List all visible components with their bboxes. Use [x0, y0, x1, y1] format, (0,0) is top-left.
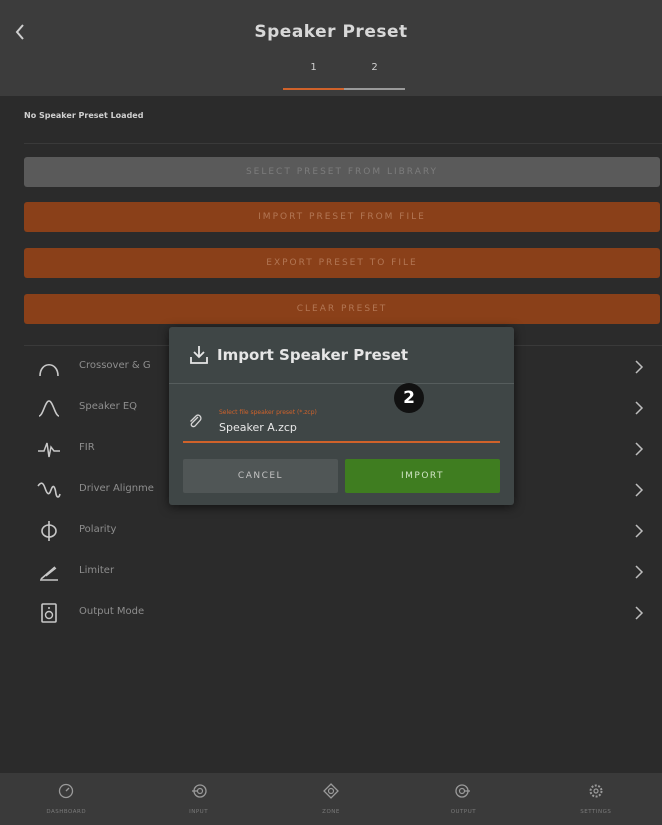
settings-icon [589, 784, 603, 798]
file-field-label: Select file speaker preset (*.zcp) [219, 409, 317, 416]
fir-icon [36, 437, 62, 461]
menu-item-label: Limiter [79, 565, 115, 576]
nav-output[interactable]: OUTPUT [397, 773, 529, 825]
file-field[interactable]: Speaker A.zcp [219, 421, 297, 434]
menu-item-label: Driver Alignme [79, 483, 154, 494]
import-dialog: Import Speaker Preset Select file speake… [169, 327, 514, 505]
menu-item-label: Output Mode [79, 606, 145, 617]
chevron-right-icon [635, 565, 644, 579]
menu-item-polarity[interactable]: Polarity [0, 511, 662, 551]
divider [24, 143, 662, 144]
download-icon [190, 346, 208, 364]
preset-status: No Speaker Preset Loaded [24, 111, 144, 120]
eq-icon [36, 396, 62, 420]
nav-dashboard[interactable]: DASHBOARD [0, 773, 132, 825]
polarity-icon [36, 519, 62, 543]
nav-settings[interactable]: SETTINGS [530, 773, 662, 825]
export-preset-button[interactable]: EXPORT PRESET TO FILE [24, 248, 660, 278]
bottom-nav: DASHBOARD INPUT ZONE OUTPUT SETTINGS [0, 773, 662, 825]
import-preset-button[interactable]: IMPORT PRESET FROM FILE [24, 202, 660, 232]
zone-icon [323, 783, 339, 799]
chevron-right-icon [635, 401, 644, 415]
select-preset-button[interactable]: SELECT PRESET FROM LIBRARY [24, 157, 660, 187]
limiter-icon [36, 560, 62, 584]
import-button[interactable]: IMPORT [345, 459, 500, 493]
menu-item-label: Crossover & G [79, 360, 151, 371]
chevron-right-icon [635, 524, 644, 538]
paperclip-icon[interactable] [187, 413, 203, 429]
field-underline [183, 441, 500, 443]
input-icon [191, 784, 207, 798]
header-bar: Speaker Preset 1 2 [0, 0, 662, 96]
nav-zone[interactable]: ZONE [265, 773, 397, 825]
dialog-title: Import Speaker Preset [217, 346, 409, 364]
speaker-icon [36, 601, 62, 625]
chevron-right-icon [635, 360, 644, 374]
step-badge: 2 [394, 383, 424, 413]
output-icon [455, 784, 471, 798]
crossover-icon [36, 355, 62, 379]
dashboard-icon [59, 783, 74, 799]
nav-label: ZONE [322, 809, 340, 815]
nav-label: INPUT [189, 809, 209, 815]
divider [169, 383, 514, 384]
menu-item-limiter[interactable]: Limiter [0, 552, 662, 592]
tab-2[interactable]: 2 [344, 56, 405, 90]
clear-preset-button[interactable]: CLEAR PRESET [24, 294, 660, 324]
menu-item-label: Speaker EQ [79, 401, 138, 412]
nav-input[interactable]: INPUT [132, 773, 264, 825]
nav-label: DASHBOARD [46, 809, 87, 815]
menu-item-label: FIR [79, 442, 95, 453]
page-title: Speaker Preset [254, 22, 408, 42]
tab-bar: 1 2 [283, 56, 405, 90]
chevron-right-icon [635, 442, 644, 456]
chevron-right-icon [635, 483, 644, 497]
nav-label: OUTPUT [450, 809, 477, 815]
chevron-right-icon [635, 606, 644, 620]
tab-1[interactable]: 1 [283, 56, 344, 90]
menu-item-output-mode[interactable]: Output Mode [0, 593, 662, 633]
nav-label: SETTINGS [580, 809, 612, 815]
alignment-icon [36, 478, 62, 502]
menu-item-label: Polarity [79, 524, 117, 535]
cancel-button[interactable]: CANCEL [183, 459, 338, 493]
